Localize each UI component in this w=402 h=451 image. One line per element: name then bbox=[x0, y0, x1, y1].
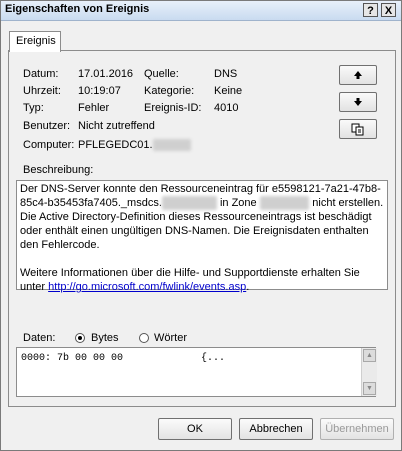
ok-button[interactable]: OK bbox=[158, 418, 232, 440]
daten-label: Daten: bbox=[23, 332, 56, 344]
typ-label: Typ: bbox=[23, 102, 44, 114]
data-textbox[interactable]: 0000: 7b 00 00 00 {... bbox=[16, 347, 376, 397]
help-button[interactable]: ? bbox=[363, 3, 378, 17]
close-button[interactable]: X bbox=[381, 3, 396, 17]
quelle-value: DNS bbox=[214, 68, 238, 80]
datum-value: 17.01.2016 bbox=[78, 68, 134, 80]
benutzer-label: Benutzer: bbox=[23, 120, 71, 132]
ereignis-id-value: 4010 bbox=[214, 102, 239, 114]
description-text-2: in Zone bbox=[216, 197, 260, 209]
event-properties-window: Eigenschaften von Ereignis ? X Ereignis … bbox=[0, 0, 402, 451]
next-event-button[interactable] bbox=[339, 92, 377, 112]
computer-value: PFLEGEDC01. bbox=[78, 139, 153, 151]
uhrzeit-value: 10:19:07 bbox=[78, 85, 121, 97]
copy-button[interactable] bbox=[339, 119, 377, 139]
datum-label: Datum: bbox=[23, 68, 59, 80]
scroll-up-icon[interactable]: ▲ bbox=[363, 349, 376, 362]
title-bar[interactable]: Eigenschaften von Ereignis ? X bbox=[1, 1, 401, 21]
arrow-down-icon bbox=[354, 98, 362, 107]
benutzer-value: Nicht zutreffend bbox=[78, 120, 155, 132]
tab-ereignis[interactable]: Ereignis bbox=[9, 31, 61, 52]
redacted-text: xxxxxxxxxx bbox=[161, 196, 217, 210]
quelle-label: Quelle: bbox=[144, 68, 179, 80]
uhrzeit-label: Uhrzeit: bbox=[23, 85, 61, 97]
kategorie-label: Kategorie: bbox=[144, 85, 195, 97]
computer-value-row: PFLEGEDC01.xxxxxxx bbox=[78, 139, 192, 151]
woerter-radio[interactable] bbox=[139, 333, 149, 343]
help-link[interactable]: http://go.microsoft.com/fwlink/events.as… bbox=[48, 281, 246, 293]
redacted-text: xxxxxxxxx bbox=[259, 196, 310, 210]
computer-label: Computer: bbox=[23, 139, 75, 151]
data-scrollbar[interactable]: ▲ ▼ bbox=[361, 348, 377, 396]
typ-value: Fehler bbox=[78, 102, 110, 114]
tab-ereignis-label: Ereignis bbox=[16, 35, 56, 47]
ereignis-id-label: Ereignis-ID: bbox=[144, 102, 202, 114]
previous-event-button[interactable] bbox=[339, 65, 377, 85]
window-title: Eigenschaften von Ereignis bbox=[5, 3, 150, 15]
cancel-button[interactable]: Abbrechen bbox=[239, 418, 313, 440]
description-text-5: . bbox=[246, 281, 250, 293]
arrow-up-icon bbox=[354, 71, 362, 80]
beschreibung-label: Beschreibung: bbox=[23, 164, 94, 176]
description-textbox[interactable]: Der DNS-Server konnte den Ressourceneint… bbox=[16, 180, 388, 293]
bytes-radio[interactable] bbox=[75, 333, 85, 343]
woerter-label[interactable]: Wörter bbox=[154, 332, 187, 344]
apply-button[interactable]: Übernehmen bbox=[320, 418, 394, 440]
kategorie-value: Keine bbox=[214, 85, 243, 97]
copy-icon bbox=[351, 123, 364, 136]
scroll-down-icon[interactable]: ▼ bbox=[363, 382, 376, 395]
bytes-label[interactable]: Bytes bbox=[91, 332, 119, 344]
redacted-text: xxxxxxx bbox=[152, 139, 192, 151]
